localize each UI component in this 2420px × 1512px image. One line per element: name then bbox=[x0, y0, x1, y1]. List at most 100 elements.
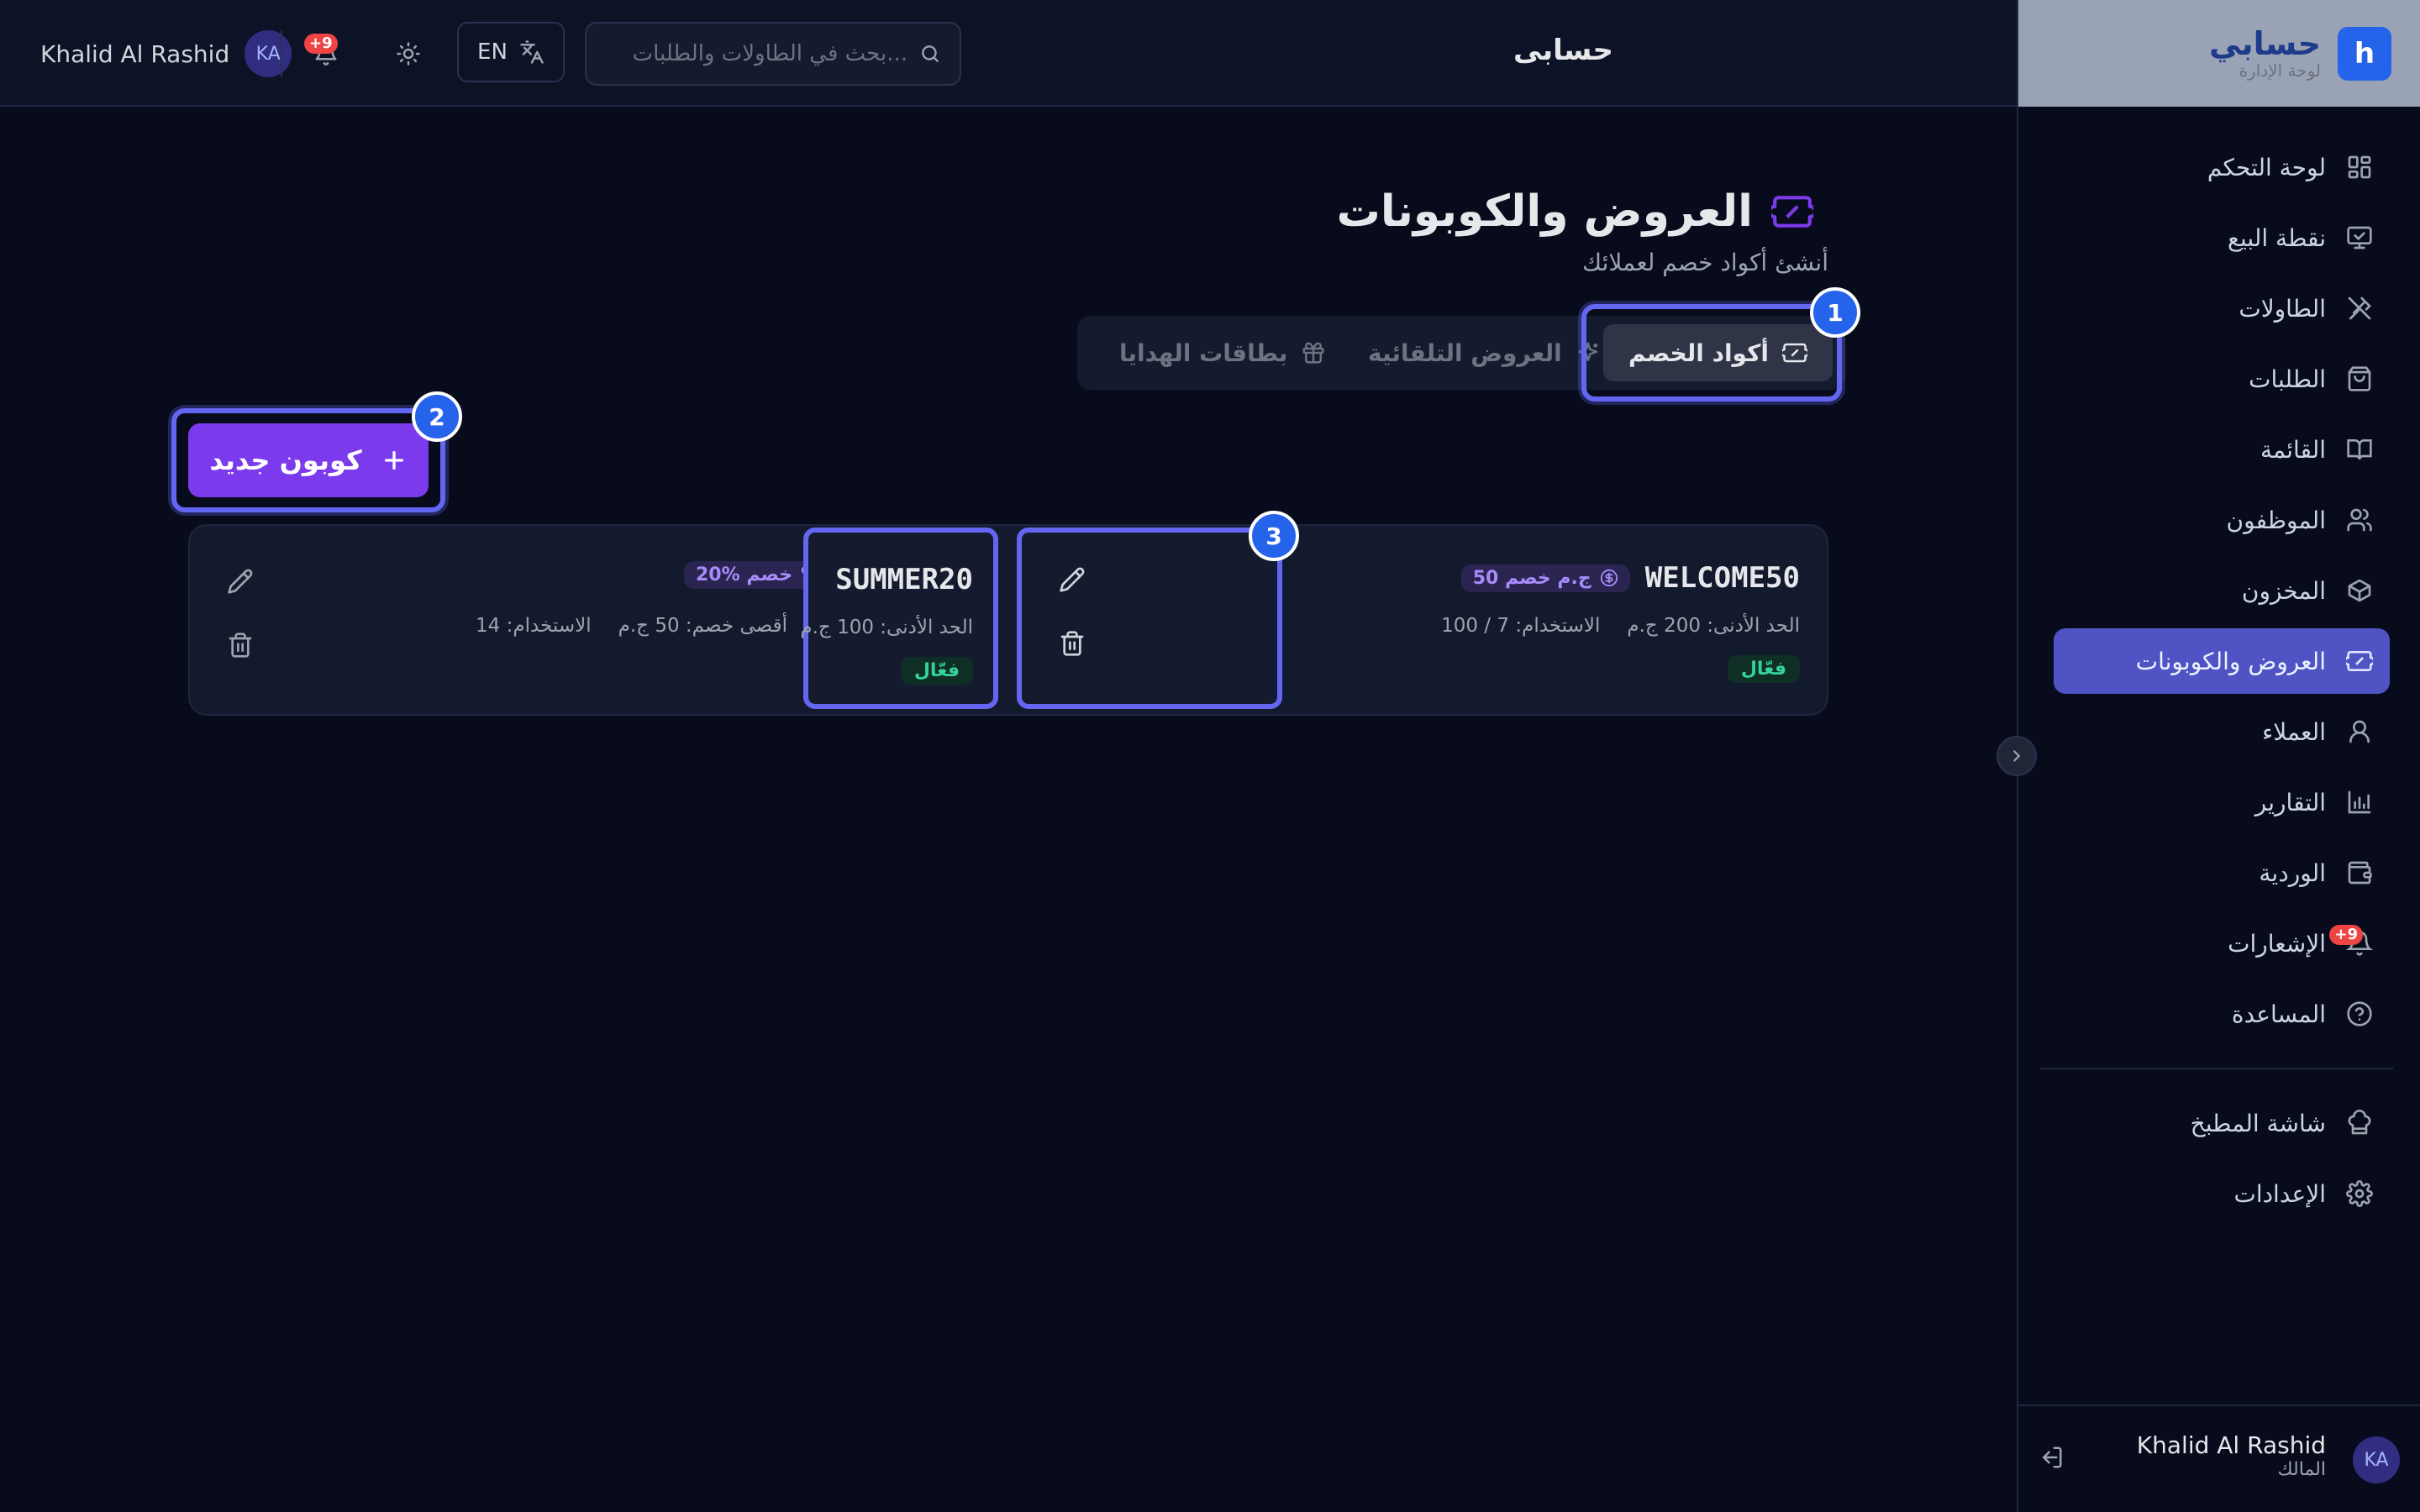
chevron-right-icon bbox=[2013, 750, 2021, 762]
chart-icon bbox=[2348, 790, 2371, 814]
new-coupon-button[interactable]: كوبون جديد bbox=[188, 423, 429, 497]
brand-text: حسابي لوحة الإدارة bbox=[2209, 27, 2321, 81]
coupon-actions-highlight bbox=[1017, 528, 1282, 709]
page-title-text: العروض والكوبونات bbox=[1336, 186, 1753, 237]
coupon-code: WELCOME50 bbox=[1644, 561, 1800, 595]
help-icon bbox=[2347, 1001, 2372, 1026]
coupon-usage: الاستخدام: 14 bbox=[476, 615, 592, 637]
sidebar-item-label: العروض والكوبونات bbox=[2135, 647, 2326, 675]
gift-icon bbox=[1302, 342, 1324, 364]
sidebar-item-label: الطاولات bbox=[2238, 294, 2326, 323]
delete-button[interactable] bbox=[1059, 630, 1086, 660]
sidebar-item-label: الطلبات bbox=[2249, 365, 2326, 393]
step-marker: 3 bbox=[1249, 511, 1299, 561]
sidebar-item-customers[interactable]: العملاء bbox=[2054, 699, 2390, 764]
sidebar-item-coupons[interactable]: العروض والكوبونات bbox=[2054, 628, 2390, 694]
theme-toggle-button[interactable] bbox=[385, 30, 432, 77]
sidebar-item-staff[interactable]: الموظفون bbox=[2054, 487, 2390, 553]
top-bar: Khalid Al Rashid KA +9 EN حسابى bbox=[0, 0, 2017, 107]
sidebar-item-label: الموظفون bbox=[2226, 506, 2326, 534]
language-button[interactable]: EN bbox=[457, 22, 565, 82]
sidebar-user-info: Khalid Al Rashid المالك bbox=[2137, 1431, 2326, 1480]
chef-icon bbox=[2348, 1110, 2371, 1135]
new-coupon-label: كوبون جديد bbox=[209, 444, 362, 476]
logout-button[interactable] bbox=[2039, 1445, 2064, 1473]
wallet-icon bbox=[2348, 861, 2372, 885]
notifications-button[interactable]: +9 bbox=[302, 30, 350, 77]
coupon-meta: الاستخدام: 7 / 100 الحد الأدنى: 200 ج.م bbox=[1441, 615, 1800, 637]
sidebar-item-inventory[interactable]: المخزون bbox=[2054, 558, 2390, 623]
notification-badge: +9 bbox=[304, 34, 338, 54]
search-box[interactable] bbox=[585, 22, 961, 86]
utensils-icon bbox=[2348, 297, 2371, 320]
ticket-icon bbox=[1771, 196, 1813, 228]
avatar[interactable]: KA bbox=[245, 30, 292, 77]
box-icon bbox=[2348, 579, 2371, 602]
sidebar: حسابي لوحة الإدارة h لوحة التحكم نقطة ال… bbox=[2017, 0, 2420, 1512]
avatar[interactable]: KA bbox=[2353, 1436, 2400, 1483]
coupon-meta: الاستخدام: 14 أقصى خصم: 50 ج.م bbox=[476, 615, 787, 637]
sidebar-item-tables[interactable]: الطاولات bbox=[2054, 276, 2390, 341]
divider bbox=[281, 30, 282, 77]
sidebar-item-label: الوردية bbox=[2259, 858, 2326, 887]
sidebar-item-label: لوحة التحكم bbox=[2207, 153, 2326, 181]
step-marker: 2 bbox=[412, 391, 462, 442]
trash-icon bbox=[1060, 631, 1084, 656]
edit-button[interactable] bbox=[227, 568, 254, 598]
sidebar-item-label: المساعدة bbox=[2231, 1000, 2326, 1028]
search-icon bbox=[922, 45, 939, 62]
sidebar-item-label: نقطة البيع bbox=[2228, 223, 2326, 252]
monitor-icon bbox=[2347, 226, 2372, 249]
trash-icon bbox=[229, 633, 252, 658]
coupon-min-order: الحد الأدنى: 200 ج.م bbox=[1627, 615, 1800, 637]
highlight-box bbox=[1581, 304, 1842, 402]
tab-gift-cards[interactable]: بطاقات الهدايا bbox=[1094, 324, 1351, 381]
plus-icon bbox=[384, 451, 403, 470]
language-label: EN bbox=[477, 39, 508, 65]
sidebar-item-label: التقارير bbox=[2254, 788, 2326, 816]
sidebar-item-dashboard[interactable]: لوحة التحكم bbox=[2054, 134, 2390, 200]
sidebar-item-notifications[interactable]: الإشعارات +9 bbox=[2054, 911, 2390, 976]
coupon-code: SUMMER20 bbox=[835, 563, 973, 596]
sidebar-item-shift[interactable]: الوردية bbox=[2054, 840, 2390, 906]
sidebar-item-pos[interactable]: نقطة البيع bbox=[2054, 205, 2390, 270]
translate-icon bbox=[520, 40, 544, 64]
sidebar-collapse-button[interactable] bbox=[1996, 736, 2037, 776]
bag-icon bbox=[2348, 366, 2371, 391]
search-input[interactable] bbox=[622, 41, 908, 66]
coupon-code-highlight: SUMMER20 الحد الأدنى: 100 ج.م فعّال bbox=[800, 528, 998, 709]
dollar-icon bbox=[1600, 569, 1618, 587]
discount-text: 50 ج.م خصم bbox=[1472, 567, 1591, 589]
topbar-title: حسابى bbox=[1512, 34, 1613, 67]
sidebar-item-reports[interactable]: التقارير bbox=[2054, 769, 2390, 835]
sidebar-item-menu[interactable]: القائمة bbox=[2054, 417, 2390, 482]
status-badge: فعّال bbox=[900, 657, 973, 685]
topbar-user-name: Khalid Al Rashid bbox=[40, 39, 230, 68]
discount-text: 20% خصم bbox=[696, 564, 793, 585]
tab-label: العروض التلقائية bbox=[1368, 339, 1562, 367]
sidebar-item-label: القائمة bbox=[2260, 435, 2326, 464]
sun-icon bbox=[397, 42, 420, 66]
sidebar-user-name: Khalid Al Rashid bbox=[2136, 1431, 2326, 1459]
sidebar-item-label: الإشعارات bbox=[2228, 929, 2326, 958]
sidebar-item-orders[interactable]: الطلبات bbox=[2054, 346, 2390, 412]
tab-label: بطاقات الهدايا bbox=[1119, 339, 1288, 367]
sidebar-user-role: المالك bbox=[2277, 1459, 2326, 1480]
bell-icon-wrap: +9 bbox=[2329, 925, 2374, 957]
user-icon bbox=[2349, 720, 2370, 743]
sidebar-item-label: العملاء bbox=[2262, 717, 2326, 746]
status-badge: فعّال bbox=[1727, 655, 1800, 683]
page-title: العروض والكوبونات bbox=[1337, 186, 1813, 237]
topbar-user[interactable]: Khalid Al Rashid KA bbox=[40, 30, 292, 77]
brand-logo: h bbox=[2338, 26, 2391, 81]
edit-button[interactable] bbox=[1059, 566, 1086, 596]
brand[interactable]: حسابي لوحة الإدارة h bbox=[2018, 0, 2420, 107]
coupon-header: 50 ج.م خصم WELCOME50 bbox=[1460, 561, 1800, 595]
sidebar-item-help[interactable]: المساعدة bbox=[2054, 981, 2390, 1047]
sidebar-divider bbox=[2040, 1068, 2393, 1069]
coupon-usage: الاستخدام: 7 / 100 bbox=[1441, 615, 1601, 637]
sidebar-item-settings[interactable]: الإعدادات bbox=[2054, 1161, 2390, 1226]
sidebar-user: Khalid Al Rashid المالك KA bbox=[2017, 1404, 2420, 1512]
sidebar-item-kitchen[interactable]: شاشة المطبخ bbox=[2054, 1090, 2390, 1156]
delete-button[interactable] bbox=[227, 632, 254, 662]
